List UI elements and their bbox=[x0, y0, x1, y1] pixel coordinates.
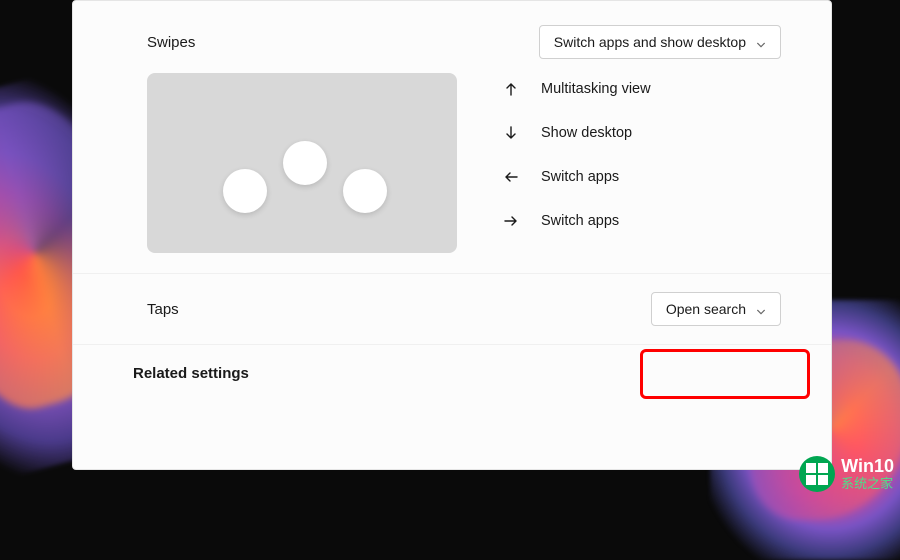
swipes-dropdown-value: Switch apps and show desktop bbox=[554, 34, 746, 50]
arrow-right-icon bbox=[501, 211, 521, 231]
gesture-item-left: Switch apps bbox=[501, 167, 651, 187]
finger-dot bbox=[343, 169, 387, 213]
related-settings-heading: Related settings bbox=[73, 345, 831, 392]
arrow-down-icon bbox=[501, 123, 521, 143]
watermark-text: Win10 系统之家 bbox=[841, 457, 894, 491]
gesture-label: Multitasking view bbox=[541, 81, 651, 97]
watermark-subtitle: 系统之家 bbox=[841, 477, 894, 491]
gesture-list: Multitasking view Show desktop Switch ap… bbox=[501, 73, 651, 253]
swipes-row: Swipes Switch apps and show desktop bbox=[73, 11, 831, 67]
gesture-label: Switch apps bbox=[541, 213, 619, 229]
windows-icon bbox=[806, 463, 828, 485]
chevron-down-icon bbox=[756, 304, 766, 314]
gesture-label: Show desktop bbox=[541, 125, 632, 141]
settings-panel: Swipes Switch apps and show desktop Mult… bbox=[72, 0, 832, 470]
taps-dropdown-value: Open search bbox=[666, 301, 746, 317]
gesture-item-right: Switch apps bbox=[501, 211, 651, 231]
taps-label: Taps bbox=[147, 301, 179, 318]
taps-row: Taps Open search bbox=[73, 273, 831, 345]
watermark-title: Win10 bbox=[841, 457, 894, 477]
watermark-logo-icon bbox=[799, 456, 835, 492]
swipes-dropdown[interactable]: Switch apps and show desktop bbox=[539, 25, 781, 59]
arrow-left-icon bbox=[501, 167, 521, 187]
gesture-item-down: Show desktop bbox=[501, 123, 651, 143]
finger-dot bbox=[223, 169, 267, 213]
watermark: Win10 系统之家 bbox=[799, 456, 894, 492]
taps-dropdown[interactable]: Open search bbox=[651, 292, 781, 326]
gesture-item-up: Multitasking view bbox=[501, 79, 651, 99]
gesture-label: Switch apps bbox=[541, 169, 619, 185]
swipes-label: Swipes bbox=[147, 34, 195, 51]
finger-dot bbox=[283, 141, 327, 185]
swipe-section: Multitasking view Show desktop Switch ap… bbox=[73, 67, 831, 273]
chevron-down-icon bbox=[756, 37, 766, 47]
gesture-preview bbox=[147, 73, 457, 253]
arrow-up-icon bbox=[501, 79, 521, 99]
